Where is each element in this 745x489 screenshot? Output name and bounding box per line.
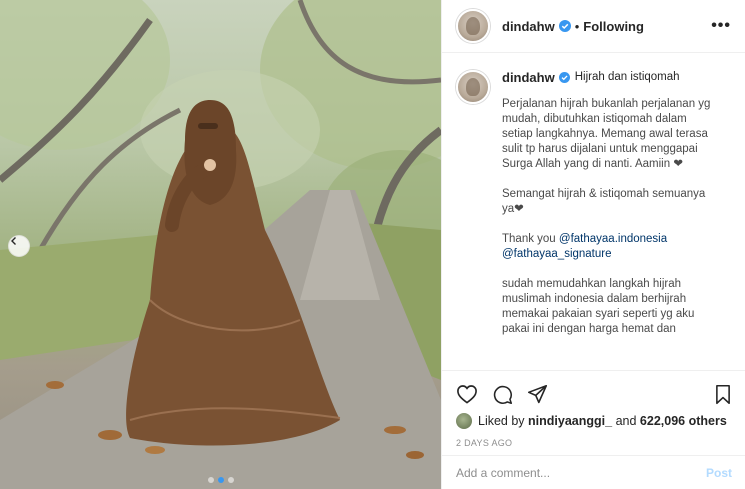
caption-text: Perjalanan hijrah bukanlah perjalanan yg… <box>502 97 717 337</box>
heart-icon[interactable] <box>456 384 478 404</box>
carousel-prev-button[interactable] <box>8 235 30 257</box>
bookmark-icon[interactable] <box>714 384 732 405</box>
caption-username[interactable]: dindahw <box>502 70 555 85</box>
likes-line: Liked by nindiyaanggi_ and 622,096 other… <box>456 413 732 429</box>
action-bar <box>456 377 732 411</box>
caption: dindahw Hijrah dan istiqomah Perjalanan … <box>456 70 732 352</box>
caption-paragraph: Perjalanan hijrah bukanlah perjalanan yg… <box>502 98 711 170</box>
avatar[interactable] <box>456 9 490 43</box>
more-icon[interactable]: ••• <box>711 17 731 35</box>
header-separator: • <box>574 18 580 34</box>
action-section: Liked by nindiyaanggi_ and 622,096 other… <box>442 370 745 448</box>
caption-thanks: Thank you @fathayaa.indonesia @fathayaa_… <box>502 232 717 262</box>
caption-paragraph: sudah memudahkan langkah hijrah muslimah… <box>502 278 695 335</box>
comment-icon[interactable] <box>492 384 513 405</box>
share-icon[interactable] <box>527 384 548 405</box>
post-side-panel: dindahw • Following ••• dindahw Hijrah d… <box>441 0 745 489</box>
post-photo[interactable] <box>0 0 441 489</box>
photo-scene <box>0 0 441 489</box>
carousel-dots <box>0 477 441 483</box>
post-header: dindahw • Following ••• <box>442 0 745 53</box>
caption-title: Hijrah dan istiqomah <box>574 71 680 83</box>
mention-link[interactable]: @fathayaa.indonesia <box>559 233 667 245</box>
mention-link[interactable]: @fathayaa_signature <box>502 248 612 260</box>
avatar[interactable] <box>456 70 490 104</box>
verified-badge-icon <box>558 72 570 83</box>
chevron-left-icon <box>11 237 16 245</box>
carousel-dot <box>227 477 234 483</box>
caption-body: dindahw Hijrah dan istiqomah Perjalanan … <box>502 70 717 352</box>
following-button[interactable]: Following <box>583 19 644 34</box>
caption-area: dindahw Hijrah dan istiqomah Perjalanan … <box>442 54 745 369</box>
verified-badge-icon <box>558 20 571 32</box>
header-username[interactable]: dindahw <box>502 19 555 34</box>
liker-username[interactable]: nindiyaanggi_ <box>528 414 612 428</box>
likes-and: and <box>615 414 637 428</box>
post-timestamp[interactable]: 2 DAYS AGO <box>456 438 732 448</box>
caption-paragraph: Semangat hijrah & istiqomah semuanya ya❤ <box>502 188 706 215</box>
likes-count[interactable]: 622,096 others <box>640 414 727 428</box>
carousel-dot <box>207 477 214 483</box>
liker-avatar[interactable] <box>456 413 472 429</box>
likes-prefix: Liked by <box>478 414 525 428</box>
post-button[interactable]: Post <box>706 466 732 480</box>
carousel-dot-active <box>217 477 224 483</box>
comment-input[interactable] <box>456 465 706 480</box>
caption-first-line: dindahw Hijrah dan istiqomah <box>502 70 717 85</box>
caption-thanks-text: Thank you <box>502 233 556 245</box>
comment-bar: Post <box>442 455 745 489</box>
